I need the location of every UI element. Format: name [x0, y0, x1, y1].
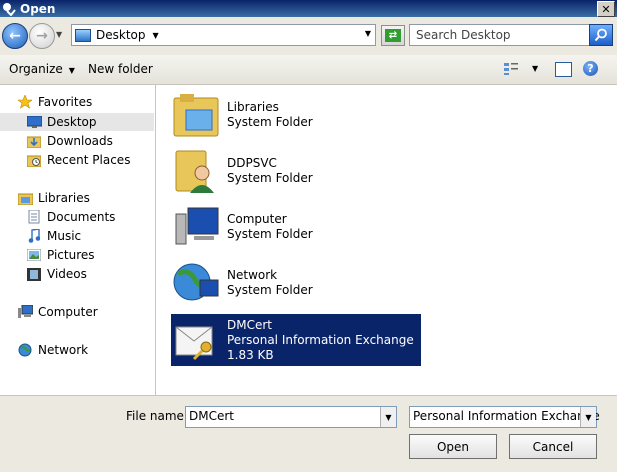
- file-name: DMCert: [227, 317, 272, 332]
- nav-music[interactable]: Music: [0, 227, 154, 245]
- file-name-value[interactable]: DMCert: [189, 409, 234, 423]
- nav-label: Desktop: [47, 115, 97, 129]
- star-icon: [17, 95, 33, 109]
- nav-label: Favorites: [38, 95, 93, 109]
- videos-icon: [26, 267, 42, 281]
- nav-label: Music: [47, 229, 82, 243]
- window-title: Open: [20, 1, 56, 16]
- libraries-icon: [17, 191, 33, 205]
- nav-label: Computer: [38, 305, 98, 319]
- dialog-footer: File name: DMCert ▼ Personal Information…: [0, 395, 617, 472]
- file-name: Libraries: [227, 100, 279, 114]
- nav-label: Downloads: [47, 134, 113, 148]
- nav-label: Documents: [47, 210, 116, 224]
- nav-downloads[interactable]: Downloads: [0, 132, 154, 150]
- pictures-icon: [26, 248, 42, 262]
- file-item-computer[interactable]: Computer System Folder: [171, 201, 421, 253]
- file-type-dropdown[interactable]: ▼: [580, 407, 596, 427]
- file-type: System Folder: [227, 171, 313, 185]
- file-list: Libraries System Folder DDPSVC System Fold…: [156, 85, 617, 395]
- file-name: Network: [227, 268, 278, 282]
- back-button[interactable]: ←: [2, 23, 28, 49]
- title-bar[interactable]: Open ✕: [0, 0, 617, 17]
- file-item-libraries[interactable]: Libraries System Folder: [171, 89, 421, 141]
- chevron-down-icon[interactable]: ▼: [153, 31, 159, 40]
- file-item-ddpsvc[interactable]: DDPSVC System Folder: [171, 145, 421, 197]
- preview-pane-icon[interactable]: [555, 62, 572, 77]
- search-button[interactable]: [589, 24, 613, 46]
- file-item-network[interactable]: Network System Folder: [171, 257, 421, 309]
- recent-places-icon: [26, 153, 42, 167]
- nav-label: Network: [38, 343, 89, 357]
- file-type-value[interactable]: Personal Information Exchange: [413, 409, 600, 423]
- network-globe-icon: [171, 258, 221, 308]
- organize-label: Organize: [9, 62, 63, 76]
- nav-label: Recent Places: [47, 153, 131, 167]
- computer-icon: [17, 305, 33, 319]
- computer-icon: [171, 202, 221, 252]
- app-icon: [2, 2, 16, 16]
- nav-libraries[interactable]: Libraries: [0, 189, 154, 207]
- open-dialog: Open ✕ ← → ▼ Desktop ▼ ▼ ⇄ Search Deskto…: [0, 0, 617, 472]
- nav-favorites[interactable]: Favorites: [0, 93, 154, 111]
- search-input[interactable]: Search Desktop: [409, 24, 591, 46]
- toolbar: Organize ▼ New folder ▼ ?: [0, 55, 617, 85]
- file-type: System Folder: [227, 283, 313, 297]
- recent-locations-dropdown[interactable]: ▼: [56, 30, 62, 39]
- file-type: System Folder: [227, 115, 313, 129]
- nav-pictures[interactable]: Pictures: [0, 246, 154, 264]
- chevron-down-icon: ▼: [68, 66, 75, 75]
- refresh-button[interactable]: ⇄: [381, 25, 405, 46]
- search-icon: [594, 28, 607, 42]
- navigation-pane: Favorites Desktop Downloads Recent Place…: [0, 85, 156, 395]
- file-size: 1.83 KB: [227, 347, 274, 362]
- nav-label: Videos: [47, 267, 87, 281]
- address-row: ← → ▼ Desktop ▼ ▼ ⇄ Search Desktop: [0, 17, 617, 55]
- file-name: Computer: [227, 212, 287, 226]
- nav-documents[interactable]: Documents: [0, 208, 154, 226]
- nav-label: Libraries: [38, 191, 90, 205]
- file-type: System Folder: [227, 227, 313, 241]
- desktop-icon: [26, 115, 42, 129]
- libraries-folder-icon: [171, 90, 221, 140]
- address-bar[interactable]: Desktop ▼ ▼: [71, 24, 376, 46]
- nav-label: Pictures: [47, 248, 95, 262]
- refresh-icon: ⇄: [385, 29, 401, 42]
- forward-button[interactable]: →: [29, 23, 55, 49]
- file-item-dmcert[interactable]: DMCert Personal Information Exchange 1.83 …: [171, 314, 421, 366]
- network-icon: [17, 343, 33, 357]
- organize-button[interactable]: Organize ▼: [9, 62, 75, 76]
- music-note-icon: [26, 229, 42, 243]
- address-dropdown[interactable]: ▼: [365, 29, 371, 38]
- address-location[interactable]: Desktop: [96, 28, 146, 42]
- file-name-label: File name:: [126, 409, 188, 423]
- file-name-field[interactable]: DMCert ▼: [185, 406, 397, 428]
- nav-videos[interactable]: Videos: [0, 265, 154, 283]
- open-button[interactable]: Open: [409, 434, 497, 459]
- nav-recent-places[interactable]: Recent Places: [0, 151, 154, 169]
- nav-desktop[interactable]: Desktop: [0, 113, 154, 131]
- user-folder-icon: [171, 146, 221, 196]
- file-type-select[interactable]: Personal Information Exchange ▼: [409, 406, 600, 428]
- documents-icon: [26, 210, 42, 224]
- new-folder-button[interactable]: New folder: [88, 62, 153, 76]
- certificate-key-icon: [171, 315, 221, 365]
- close-button[interactable]: ✕: [597, 1, 615, 17]
- downloads-folder-icon: [26, 134, 42, 148]
- search-placeholder: Search Desktop: [416, 28, 511, 42]
- file-name: DDPSVC: [227, 156, 277, 170]
- views-icon[interactable]: [504, 62, 518, 75]
- nav-network[interactable]: Network: [0, 341, 154, 359]
- file-name-dropdown[interactable]: ▼: [380, 407, 396, 427]
- help-icon[interactable]: ?: [583, 61, 598, 76]
- nav-computer[interactable]: Computer: [0, 303, 154, 321]
- views-dropdown[interactable]: ▼: [532, 64, 538, 73]
- desktop-icon: [75, 28, 91, 42]
- cancel-button[interactable]: Cancel: [509, 434, 597, 459]
- file-type: Personal Information Exchange: [227, 332, 414, 347]
